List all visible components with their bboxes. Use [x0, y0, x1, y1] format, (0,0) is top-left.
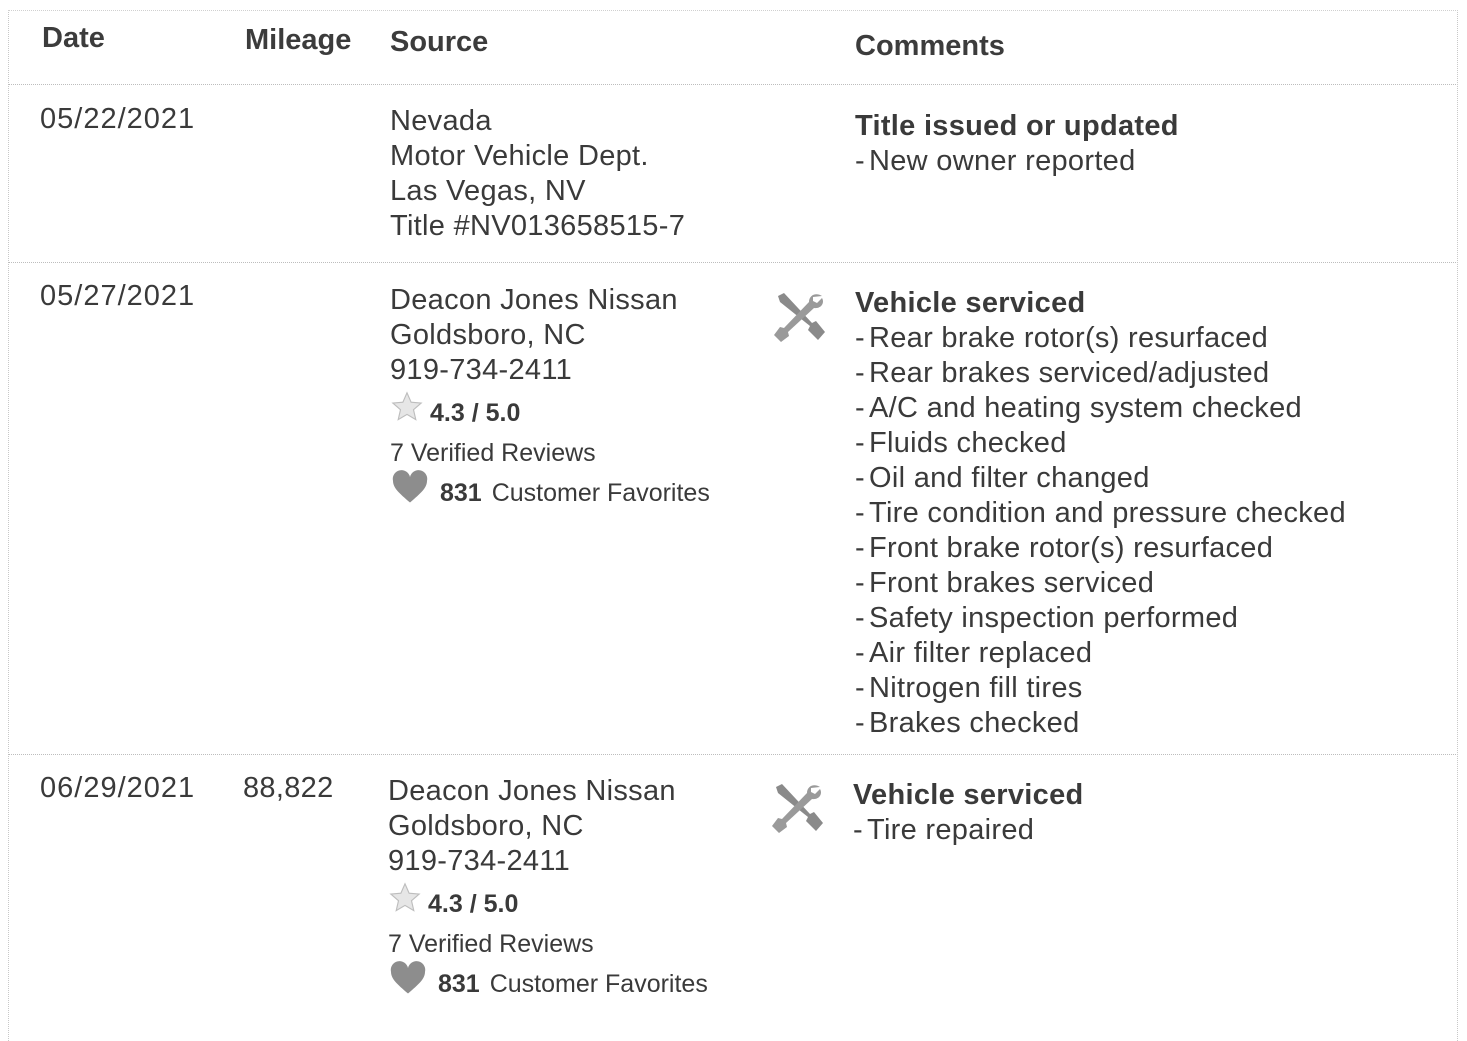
comment-item: - Brakes checked — [855, 707, 1080, 739]
verified-reviews-link[interactable]: 7 Verified Reviews — [390, 433, 710, 473]
comment-item: - Tire repaired — [853, 814, 1035, 846]
rating-value: 4.3 / 5.0 — [428, 890, 519, 918]
wrench-screwdriver-icon — [772, 290, 828, 346]
comment-item: - Front brakes serviced — [855, 567, 1155, 599]
dealer-rating-block: 4.3 / 5.0 7 Verified Reviews 831 Custome… — [388, 881, 708, 1007]
rating-row[interactable]: 4.3 / 5.0 — [388, 881, 708, 927]
row-divider — [8, 84, 1456, 85]
header-source: Source — [390, 26, 489, 58]
rating-value: 4.3 / 5.0 — [430, 399, 521, 427]
verified-reviews-link[interactable]: 7 Verified Reviews — [388, 924, 708, 964]
row-date: 05/22/2021 — [40, 103, 196, 135]
row-source: Nevada Motor Vehicle Dept. Las Vegas, NV… — [390, 104, 685, 244]
comment-item: - Front brake rotor(s) resurfaced — [855, 532, 1274, 564]
source-line: Goldsboro, NC — [388, 810, 584, 842]
comment-item: - Air filter replaced — [855, 637, 1093, 669]
comment-item: - New owner reported — [855, 145, 1136, 177]
row-date: 06/29/2021 — [40, 772, 196, 804]
header-date: Date — [42, 22, 105, 54]
comment-item: - Fluids checked — [855, 427, 1067, 459]
favorites-label: Customer Favorites — [491, 479, 710, 507]
dealer-phone[interactable]: 919-734-2411 — [390, 353, 678, 388]
favorites-row: 831 Customer Favorites — [390, 470, 710, 516]
row-divider — [8, 262, 1456, 263]
source-line: Nevada — [390, 105, 492, 137]
header-mileage: Mileage — [245, 24, 352, 56]
comment-title: Vehicle serviced — [853, 779, 1084, 811]
row-date: 05/27/2021 — [40, 280, 196, 312]
dealer-phone[interactable]: 919-734-2411 — [388, 844, 676, 879]
source-line: Goldsboro, NC — [390, 319, 586, 351]
comment-title: Vehicle serviced — [855, 287, 1086, 319]
wrench-screwdriver-icon — [770, 781, 826, 837]
row-comments: Vehicle serviced - Tire repaired — [853, 778, 1084, 848]
favorites-label: Customer Favorites — [489, 970, 708, 998]
dealer-name[interactable]: Deacon Jones Nissan — [388, 774, 676, 809]
comment-item: - Safety inspection performed — [855, 602, 1239, 634]
row-source: Deacon Jones Nissan Goldsboro, NC 919-73… — [388, 774, 676, 879]
comment-item: - Tire condition and pressure checked — [855, 497, 1346, 529]
rating-row[interactable]: 4.3 / 5.0 — [390, 390, 710, 436]
comment-item: - Nitrogen fill tires — [855, 672, 1083, 704]
dealer-name[interactable]: Deacon Jones Nissan — [390, 283, 678, 318]
comment-item: - Rear brakes serviced/adjusted — [855, 357, 1270, 389]
row-mileage: 88,822 — [243, 772, 334, 804]
heart-icon — [390, 470, 440, 516]
source-line: Las Vegas, NV — [390, 175, 586, 207]
dealer-rating-block: 4.3 / 5.0 7 Verified Reviews 831 Custome… — [390, 390, 710, 516]
row-comments: Title issued or updated - New owner repor… — [855, 109, 1179, 179]
header-comments: Comments — [855, 30, 1005, 62]
row-comments: Vehicle serviced - Rear brake rotor(s) re… — [855, 286, 1346, 741]
row-divider — [8, 754, 1456, 755]
favorites-count: 831 — [438, 970, 480, 998]
row-source: Deacon Jones Nissan Goldsboro, NC 919-73… — [390, 283, 678, 388]
source-line: Motor Vehicle Dept. — [390, 140, 649, 172]
comment-item: - Rear brake rotor(s) resurfaced — [855, 322, 1269, 354]
favorites-count: 831 — [440, 479, 482, 507]
source-line: Title #NV013658515-7 — [390, 210, 686, 242]
star-icon — [388, 881, 428, 927]
heart-icon — [388, 961, 438, 1007]
comment-item: - Oil and filter changed — [855, 462, 1150, 494]
favorites-row: 831 Customer Favorites — [388, 961, 708, 1007]
comment-title: Title issued or updated — [855, 110, 1179, 142]
comment-item: - A/C and heating system checked — [855, 392, 1302, 424]
star-icon — [390, 390, 430, 436]
